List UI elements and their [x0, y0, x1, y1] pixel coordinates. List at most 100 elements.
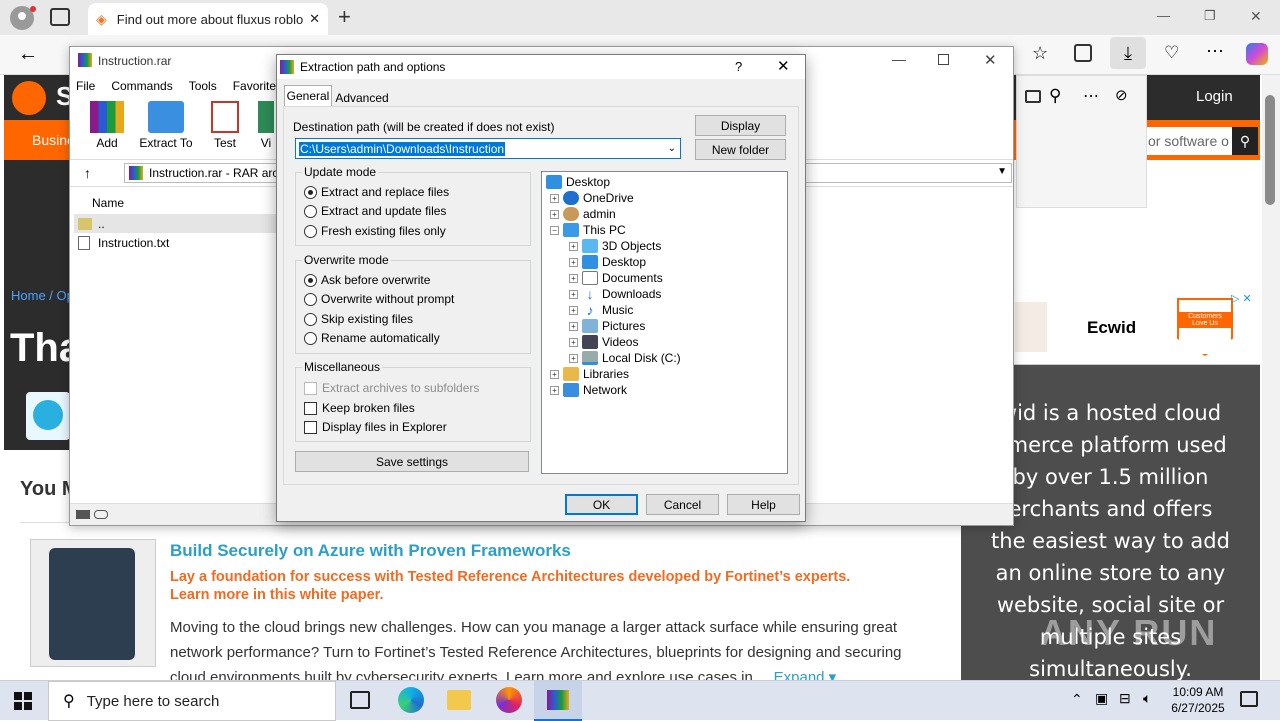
maximize-button[interactable]: ❐ — [1204, 8, 1216, 24]
page-scrollbar[interactable] — [1262, 75, 1280, 680]
dialog-help-button[interactable]: ? — [735, 59, 742, 74]
tray-volume-icon[interactable]: 🔈︎ — [1143, 690, 1151, 707]
windows-start-icon[interactable] — [14, 692, 32, 710]
tree-network[interactable]: + Network — [550, 382, 627, 398]
column-name[interactable]: Name — [92, 196, 124, 210]
task-view-icon[interactable] — [350, 691, 370, 709]
collections-icon[interactable] — [1074, 44, 1092, 62]
radio-rename-automatically[interactable]: Rename automatically — [304, 331, 440, 345]
breadcrumb-home[interactable]: Home — [11, 288, 46, 303]
tree-3d-objects[interactable]: +3D Objects — [569, 238, 661, 254]
tree-local-disk[interactable]: + Local Disk (C:) — [569, 350, 681, 366]
documents-icon — [582, 271, 598, 285]
scrollbar-thumb[interactable] — [1265, 95, 1275, 205]
radio-extract-update[interactable]: Extract and update files — [304, 204, 446, 218]
toolbar-add[interactable]: Add — [84, 101, 130, 150]
tray-chevron-icon[interactable]: ⌃ — [1071, 691, 1083, 708]
open-folder-icon[interactable] — [1025, 90, 1041, 103]
path-dropdown-icon[interactable]: ⌄ — [668, 143, 676, 154]
checkbox-extract-subfolders[interactable]: Extract archives to subfolders — [304, 381, 479, 395]
toolbar-test[interactable]: Test — [204, 101, 246, 150]
checkbox-keep-broken[interactable]: Keep broken files — [304, 401, 415, 415]
tree-onedrive[interactable]: + OneDrive — [550, 190, 634, 206]
tree-music[interactable]: + ♪ Music — [569, 302, 633, 318]
tree-admin[interactable]: + admin — [550, 206, 616, 222]
file-explorer-icon[interactable] — [447, 690, 471, 710]
tree-this-pc[interactable]: − This PC — [550, 222, 626, 238]
tray-device-icon[interactable]: ▣ — [1095, 690, 1108, 707]
tree-downloads[interactable]: + ↓ Downloads — [569, 286, 661, 302]
destination-path-input[interactable]: C:\Users\admin\Downloads\Instruction ⌄ — [295, 138, 681, 159]
toolbar-extract-to[interactable]: Extract To — [136, 101, 196, 150]
winrar-taskbar-button[interactable] — [534, 681, 582, 721]
menu-commands[interactable]: Commands — [111, 79, 172, 93]
downloads-icon[interactable]: ⤓ — [1110, 37, 1146, 69]
folder-tree[interactable]: Desktop + OneDrive + admin − This PC +3D Ob… — [541, 171, 788, 474]
menu-tools[interactable]: Tools — [189, 79, 217, 93]
ad-banner[interactable]: Ecwid Customers Love Us ▷ ✕ — [1013, 290, 1260, 365]
browser-tab[interactable]: ◈ Find out more about fluxus roblo ✕ — [88, 3, 328, 35]
tree-documents[interactable]: + Documents — [569, 270, 663, 286]
pin-icon[interactable]: ⊘ — [1115, 86, 1128, 104]
copilot-icon[interactable] — [1246, 43, 1268, 65]
menu-file[interactable]: File — [76, 79, 95, 93]
new-tab-button[interactable]: + — [338, 4, 351, 30]
favorites-star-icon[interactable]: ☆ — [1032, 43, 1048, 64]
firefox-icon[interactable] — [496, 687, 522, 713]
winrar-maximize-button[interactable] — [938, 54, 949, 65]
site-logo-icon[interactable] — [12, 81, 46, 115]
article-thumbnail[interactable] — [30, 539, 156, 667]
edge-taskbar-icon[interactable] — [398, 687, 424, 713]
tree-pictures[interactable]: + Pictures — [569, 318, 645, 334]
ad-choices-icon[interactable]: ▷ ✕ — [1231, 292, 1252, 305]
menu-favorites[interactable]: Favorites — [233, 79, 282, 93]
radio-ask-before[interactable]: Ask before overwrite — [304, 273, 430, 287]
window-close-button[interactable]: ✕ — [1250, 8, 1262, 25]
ok-button[interactable]: OK — [565, 494, 638, 515]
new-folder-button[interactable]: New folder — [695, 139, 786, 160]
expand-link[interactable]: ... Expand ▾ — [757, 669, 836, 680]
radio-fresh-existing[interactable]: Fresh existing files only — [304, 224, 446, 238]
path-dropdown-icon[interactable]: ▼ — [997, 166, 1007, 177]
tab-actions-icon[interactable] — [50, 8, 70, 26]
minimize-button[interactable]: — — [1157, 8, 1170, 23]
tray-clock[interactable]: 10:09 AM 6/27/2025 — [1166, 684, 1230, 716]
article-title[interactable]: Build Securely on Azure with Proven Fram… — [170, 541, 571, 561]
file-list-header[interactable]: Name — [74, 191, 278, 215]
browser-essentials-icon[interactable]: ♡ — [1164, 43, 1179, 63]
tab-close-icon[interactable]: ✕ — [309, 11, 320, 27]
notification-center-icon[interactable] — [1240, 691, 1258, 707]
site-search-icon[interactable]: ⚲ — [1232, 127, 1258, 155]
dialog-close-button[interactable]: ✕ — [777, 57, 790, 75]
expand-icon: + — [569, 321, 578, 331]
tree-desktop[interactable]: Desktop — [546, 174, 610, 190]
tree-pc-desktop[interactable]: + Desktop — [569, 254, 646, 270]
search-downloads-icon[interactable]: ⚲ — [1049, 86, 1061, 106]
winrar-close-button[interactable]: ✕ — [984, 51, 997, 69]
display-button[interactable]: Display — [695, 115, 786, 136]
radio-overwrite-without-prompt[interactable]: Overwrite without prompt — [304, 292, 454, 306]
more-options-icon[interactable]: ⋯ — [1206, 41, 1224, 62]
tray-network-icon[interactable]: ⊟ — [1119, 690, 1131, 707]
winrar-minimize-button[interactable]: — — [892, 51, 906, 67]
radio-extract-replace[interactable]: Extract and replace files — [304, 185, 449, 199]
user-icon — [563, 207, 579, 221]
login-link[interactable]: Login — [1196, 88, 1233, 105]
back-arrow-icon[interactable]: ← — [18, 43, 38, 66]
tree-videos[interactable]: + Videos — [569, 334, 638, 350]
checkbox-display-in-explorer[interactable]: Display files in Explorer — [304, 420, 447, 434]
radio-skip-existing[interactable]: Skip existing files — [304, 312, 413, 326]
expand-icon: + — [569, 257, 578, 267]
tree-libraries[interactable]: + Libraries — [550, 366, 629, 382]
cancel-button[interactable]: Cancel — [646, 494, 719, 515]
file-row-instruction[interactable]: Instruction.txt — [74, 234, 278, 252]
file-row-parent[interactable]: .. — [74, 215, 278, 233]
tab-advanced[interactable]: Advanced — [333, 89, 391, 107]
save-settings-button[interactable]: Save settings — [295, 451, 529, 472]
toolbar-view[interactable]: Vi — [256, 101, 276, 150]
tab-general[interactable]: General — [284, 85, 332, 107]
more-downloads-icon[interactable]: ⋯ — [1083, 86, 1099, 106]
taskbar-search-box[interactable]: ⚲ Type here to search — [48, 681, 336, 721]
up-arrow-icon[interactable]: ↑ — [84, 165, 91, 181]
help-button[interactable]: Help — [727, 494, 800, 515]
